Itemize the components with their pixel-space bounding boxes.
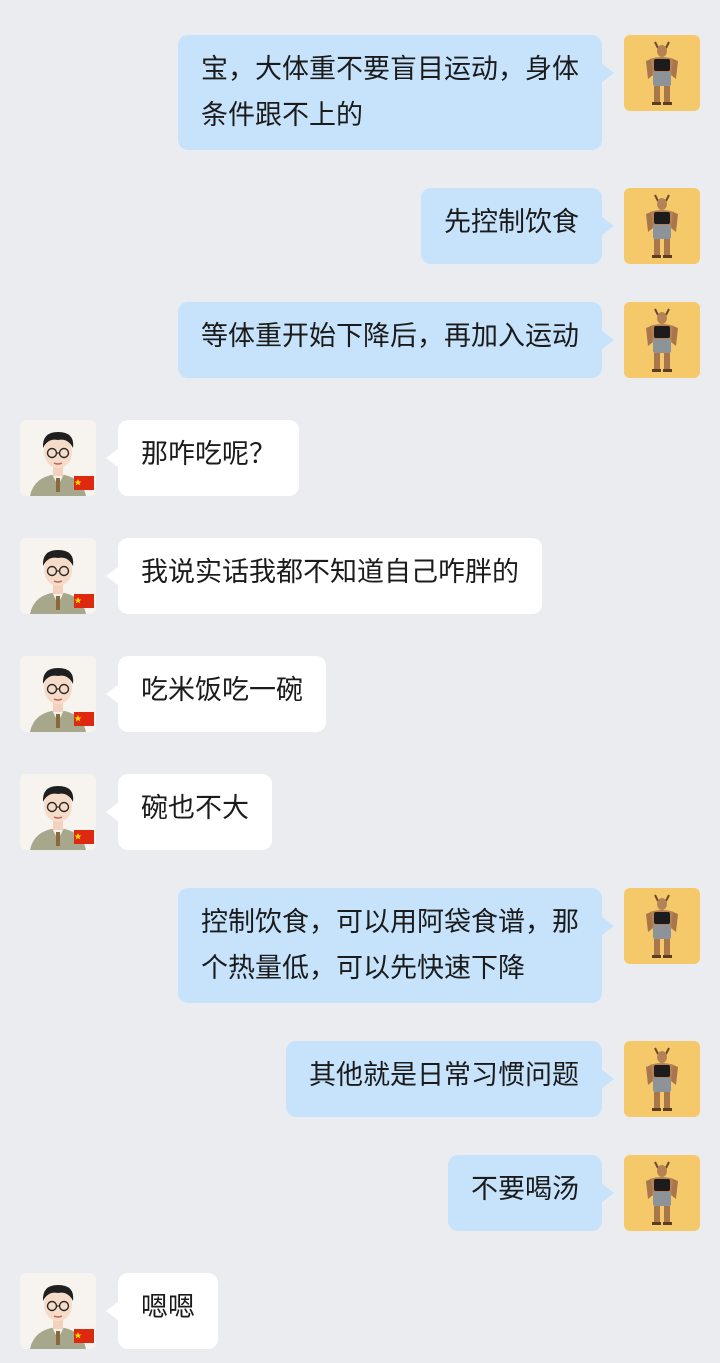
cartoon-portrait-illustration: [20, 774, 96, 850]
contact-avatar-trainer[interactable]: [624, 188, 700, 264]
contact-avatar-user[interactable]: [20, 420, 96, 496]
message-bubble[interactable]: 碗也不大: [106, 774, 272, 850]
muscular-figure-illustration: [624, 302, 700, 378]
message-bubble[interactable]: 控制饮食，可以用阿袋食谱，那 个热量低，可以先快速下降: [178, 888, 614, 1003]
muscular-figure-illustration: [624, 888, 700, 964]
message-bubble[interactable]: 等体重开始下降后，再加入运动: [178, 302, 614, 378]
message-bubble[interactable]: 其他就是日常习惯问题: [286, 1041, 614, 1117]
cartoon-portrait-illustration: [20, 1273, 96, 1349]
contact-avatar-trainer[interactable]: [624, 1041, 700, 1117]
contact-avatar-user[interactable]: [20, 1273, 96, 1349]
muscular-figure-illustration: [624, 1155, 700, 1231]
message-bubble[interactable]: 那咋吃呢？: [106, 420, 299, 496]
chat-area: 宝，大体重不要盲目运动，身体 条件跟不上的 先控制饮食 等体重开始下降后，再加入…: [0, 0, 720, 1363]
message-bubble[interactable]: 吃米饭吃一碗: [106, 656, 326, 732]
cartoon-portrait-illustration: [20, 420, 96, 496]
muscular-figure-illustration: [624, 35, 700, 111]
contact-avatar-trainer[interactable]: [624, 302, 700, 378]
cartoon-portrait-illustration: [20, 538, 96, 614]
contact-avatar-trainer[interactable]: [624, 1155, 700, 1231]
cartoon-portrait-illustration: [20, 656, 96, 732]
message-bubble[interactable]: 宝，大体重不要盲目运动，身体 条件跟不上的: [178, 35, 614, 150]
muscular-figure-illustration: [624, 188, 700, 264]
message-bubble[interactable]: 先控制饮食: [421, 188, 614, 264]
contact-avatar-user[interactable]: [20, 774, 96, 850]
contact-avatar-user[interactable]: [20, 656, 96, 732]
contact-avatar-user[interactable]: [20, 538, 96, 614]
message-bubble[interactable]: 我说实话我都不知道自己咋胖的: [106, 538, 542, 614]
message-bubble[interactable]: 嗯嗯: [106, 1273, 218, 1349]
contact-avatar-trainer[interactable]: [624, 888, 700, 964]
message-bubble[interactable]: 不要喝汤: [448, 1155, 614, 1231]
contact-avatar-trainer[interactable]: [624, 35, 700, 111]
muscular-figure-illustration: [624, 1041, 700, 1117]
